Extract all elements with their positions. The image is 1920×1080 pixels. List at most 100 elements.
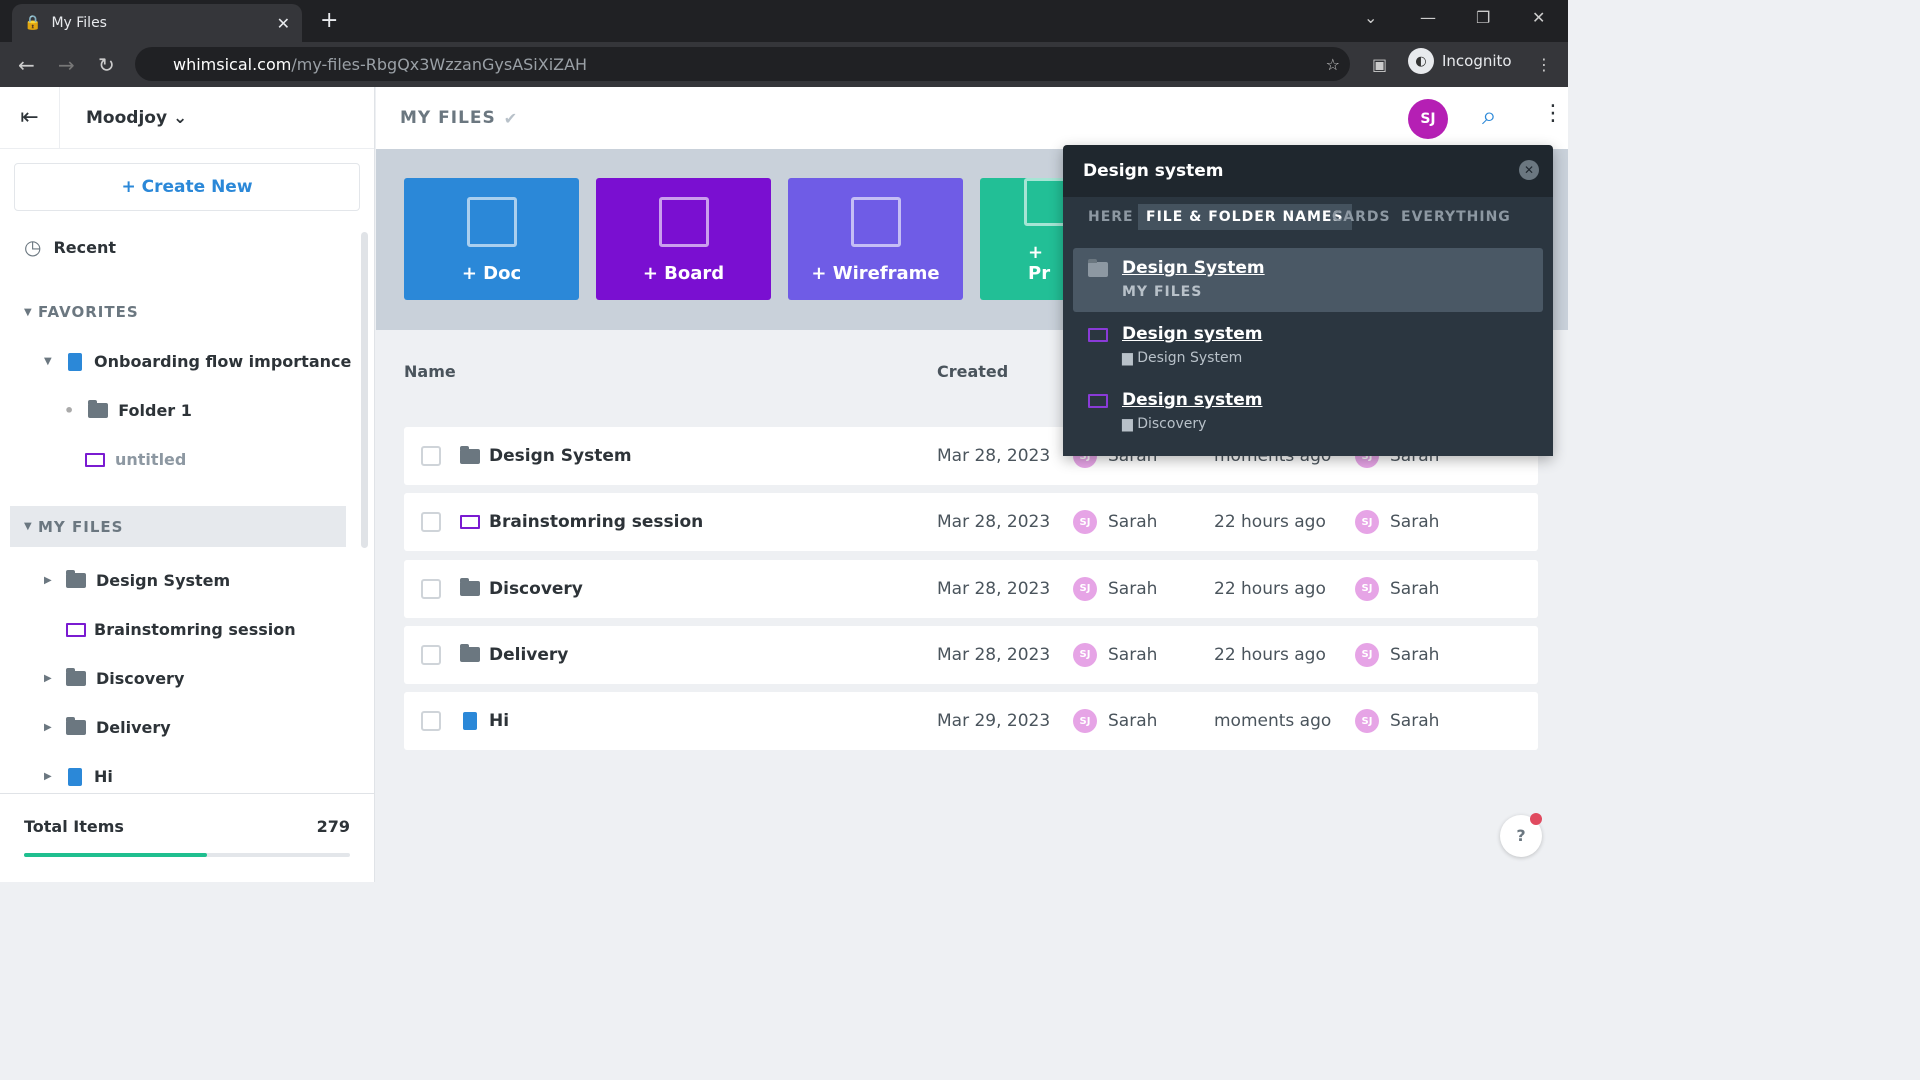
tab-everything[interactable]: EVERYTHING [1393,204,1519,230]
browser-tabbar: 🔒 My Files ✕ + ⌄ — ❐ ✕ [0,0,1568,42]
help-button[interactable]: ? [1500,813,1542,857]
sidebar-item-recent[interactable]: ◷ Recent [24,235,384,259]
created-by: Sarah [1108,512,1158,533]
location-label: Discovery [1137,416,1207,432]
favorites-section[interactable]: ▼ FAVORITES [24,303,384,321]
result-location: ▆ Discovery [1122,416,1207,432]
avatar[interactable]: SJ [1408,99,1448,139]
tab-cards[interactable]: CARDS [1324,204,1399,230]
created-date: Mar 29, 2023 [937,711,1051,732]
my-files-section[interactable]: ▼ MY FILES [10,506,346,547]
location-label: Design System [1137,350,1243,366]
tab-search-icon[interactable]: ⌄ [1364,8,1377,27]
row-checkbox[interactable] [421,446,441,466]
file-name[interactable]: Brainstomring session [489,512,703,532]
back-icon[interactable]: ← [18,53,40,77]
created-date: Mar 28, 2023 [937,578,1051,599]
avatar: SJ [1073,576,1097,601]
caret-right-icon: ▶ [44,575,52,586]
tab-here[interactable]: HERE [1080,204,1142,230]
browser-tab[interactable]: 🔒 My Files ✕ [12,4,302,42]
search-icon[interactable]: ⌕ [1482,101,1497,132]
item-label: Design System [96,571,231,590]
incognito-label: Incognito [1442,52,1512,70]
file-name[interactable]: Delivery [489,645,568,665]
file-name[interactable]: Hi [489,711,509,731]
close-window-icon[interactable]: ✕ [1532,8,1545,27]
create-new-button[interactable]: + Create New [14,163,360,211]
file-name[interactable]: Design System [489,446,632,466]
divider [0,793,375,794]
search-result[interactable]: Design system ▆ Design System [1073,314,1543,378]
table-row[interactable]: Discovery Mar 28, 2023 SJ Sarah 22 hours… [404,559,1538,618]
board-icon [85,452,105,467]
sidebar-item-favorite[interactable]: • Folder 1 [64,400,424,420]
table-row[interactable]: Hi Mar 29, 2023 SJ Sarah moments ago SJ … [404,692,1538,751]
search-result[interactable]: Design System MY FILES [1073,248,1543,312]
doc-icon [466,197,517,247]
row-checkbox[interactable] [421,512,441,533]
new-project-tile[interactable]: + Pr [980,178,1074,300]
avatar: SJ [1355,709,1379,734]
folder-icon [88,400,109,418]
folder-icon [66,668,86,686]
url-host: whimsical.com [173,54,292,74]
sidepanel-icon[interactable]: ▣ [1372,55,1387,74]
more-options-icon[interactable]: ⋮ [1542,101,1564,126]
column-header-created[interactable]: Created [937,362,1008,381]
incognito-badge[interactable]: ◐ Incognito [1408,48,1512,74]
sidebar-item-myfile[interactable]: ▶ Hi [44,767,404,786]
tab-file-folder-names[interactable]: FILE & FOLDER NAMES [1138,204,1352,230]
row-checkbox[interactable] [421,711,441,732]
wireframe-icon [850,197,901,247]
sidebar-item-favorite[interactable]: untitled [85,450,445,469]
search-result[interactable]: Design system ▆ Discovery [1073,380,1543,444]
modified-by: Sarah [1390,711,1440,732]
sidebar-item-myfile[interactable]: ▶ Discovery [44,668,404,688]
doc-icon [463,712,477,731]
folder-icon [66,717,86,735]
sidebar-item-favorite[interactable]: ▼ Onboarding flow importance [44,352,404,371]
folder-icon [460,445,480,464]
tile-label: + Board [642,263,725,284]
modified-time: 22 hours ago [1214,578,1326,599]
sidebar-scrollbar[interactable] [361,232,368,548]
new-wireframe-tile[interactable]: + Wireframe [788,178,963,300]
restore-icon[interactable]: ❐ [1476,8,1490,27]
new-tab-icon[interactable]: + [320,8,338,33]
verified-icon: ✔ [503,108,518,128]
page-header: MY FILES ✔ SJ ⌕ ⋮ [376,87,1568,149]
star-icon[interactable]: ☆ [1326,55,1340,74]
favorites-label: FAVORITES [38,303,139,321]
close-tab-icon[interactable]: ✕ [277,14,290,33]
table-row[interactable]: Delivery Mar 28, 2023 SJ Sarah 22 hours … [404,625,1538,684]
item-label: Onboarding flow importance [94,352,352,371]
folder-icon [460,644,480,663]
search-query[interactable]: Design system [1083,161,1223,181]
row-checkbox[interactable] [421,644,441,665]
search-popup: Design system ✕ HERE FILE & FOLDER NAMES… [1063,145,1553,456]
url-path: /my-files-RbgQx3WzzanGysASiXiZAH [291,54,588,74]
collapse-sidebar-icon[interactable]: ⇤ [0,86,60,149]
browser-menu-icon[interactable]: ⋮ [1536,55,1552,74]
caret-right-icon: ▶ [44,673,52,684]
close-icon[interactable]: ✕ [1519,160,1539,180]
avatar: SJ [1355,642,1379,667]
new-board-tile[interactable]: + Board [596,178,771,300]
forward-icon[interactable]: → [58,53,80,77]
minimize-icon[interactable]: — [1420,8,1436,27]
table-row[interactable]: Brainstomring session Mar 28, 2023 SJ Sa… [404,493,1538,552]
sidebar-item-myfile[interactable]: Brainstomring session [66,620,426,639]
new-doc-tile[interactable]: + Doc [404,178,579,300]
url-input[interactable]: whimsical.com/my-files-RbgQx3WzzanGysASi… [135,47,1350,81]
sidebar-item-myfile[interactable]: ▶ Delivery [44,717,404,737]
sidebar-item-myfile[interactable]: ▶ Design System [44,570,404,590]
created-date: Mar 28, 2023 [937,644,1051,665]
row-checkbox[interactable] [421,578,441,599]
column-header-name[interactable]: Name [404,362,456,381]
item-label: Delivery [96,718,171,737]
board-icon [658,197,709,247]
reload-icon[interactable]: ↻ [98,53,120,77]
workspace-switcher[interactable]: Moodjoy ⌄ [86,108,187,128]
file-name[interactable]: Discovery [489,579,583,599]
